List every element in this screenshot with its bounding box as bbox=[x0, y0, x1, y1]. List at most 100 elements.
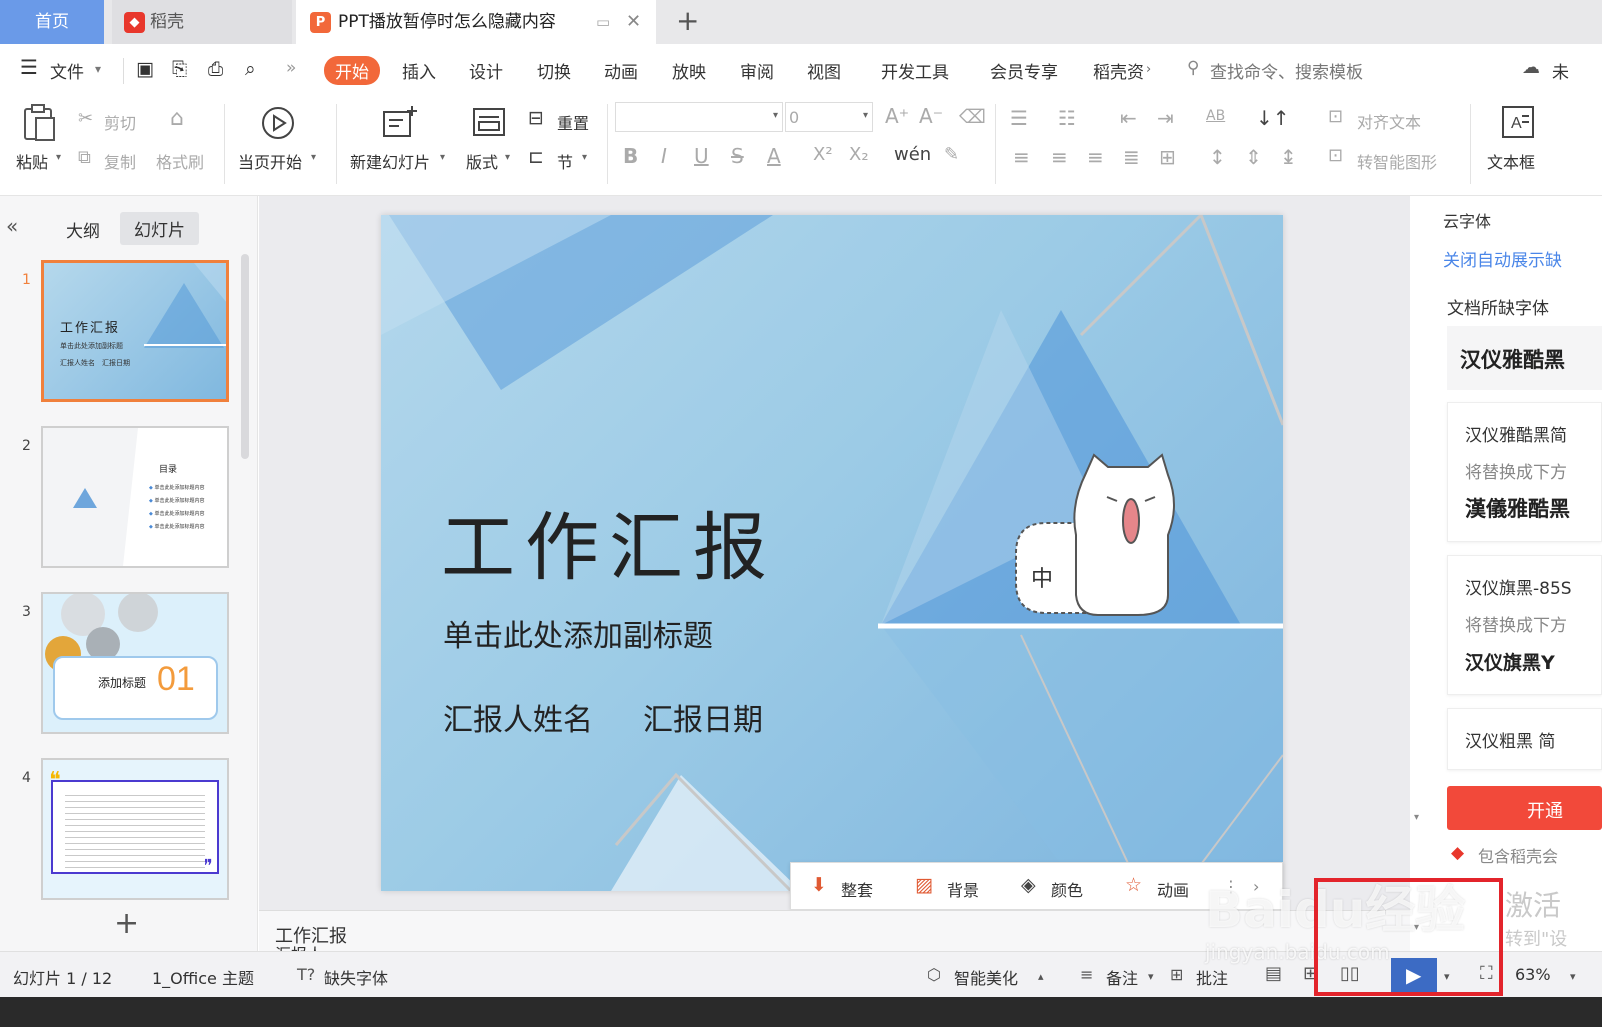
menu-view[interactable]: 视图 bbox=[807, 58, 841, 83]
new-slide-icon[interactable] bbox=[381, 104, 419, 140]
format-painter-button[interactable]: 格式刷 bbox=[156, 149, 204, 173]
font-card[interactable]: 汉仪雅酷黑简 将替换成下方 漢儀雅酷黑 bbox=[1447, 402, 1602, 542]
text-direction-icon[interactable]: AB bbox=[1206, 108, 1225, 124]
align-center-icon[interactable]: ≡ bbox=[1051, 145, 1068, 169]
bullet-list-icon[interactable]: ☰ bbox=[1010, 106, 1028, 130]
section-button[interactable]: 节 bbox=[557, 149, 573, 173]
menu-transition[interactable]: 切换 bbox=[537, 58, 571, 83]
paste-button[interactable]: 粘贴 bbox=[16, 149, 48, 173]
layout-icon[interactable] bbox=[471, 106, 507, 138]
font-color-icon[interactable]: A bbox=[767, 144, 781, 168]
play-circle-icon[interactable] bbox=[261, 106, 295, 140]
chevron-down-icon[interactable]: ▾ bbox=[505, 152, 510, 163]
align-right-icon[interactable]: ≡ bbox=[1087, 145, 1104, 169]
export-pdf-icon[interactable]: ⎘ bbox=[172, 58, 187, 80]
missing-font-item[interactable]: 汉仪雅酷黑 bbox=[1447, 326, 1602, 390]
textbox-icon[interactable]: A bbox=[1500, 104, 1536, 140]
superscript-icon[interactable]: X² bbox=[813, 144, 833, 165]
chevron-down-icon[interactable]: ▾ bbox=[1570, 970, 1576, 983]
menu-animation[interactable]: 动画 bbox=[604, 58, 638, 83]
collapse-panel-icon[interactable]: « bbox=[6, 214, 18, 238]
subscript-icon[interactable]: X₂ bbox=[849, 144, 869, 165]
new-slide-button[interactable]: 新建幻灯片 bbox=[350, 149, 430, 173]
open-membership-button[interactable]: 开通 bbox=[1447, 786, 1602, 830]
slide-subtitle[interactable]: 单击此处添加副标题 bbox=[443, 611, 713, 655]
font-card[interactable]: 汉仪粗黑 简 bbox=[1447, 708, 1602, 770]
decrease-indent-icon[interactable]: ⇤ bbox=[1120, 106, 1137, 130]
slide-reporter[interactable]: 汇报人姓名 bbox=[443, 695, 593, 739]
copy-button[interactable]: 复制 bbox=[104, 149, 136, 173]
menu-start[interactable]: 开始 bbox=[324, 56, 380, 85]
menu-developer[interactable]: 开发工具 bbox=[881, 58, 949, 83]
menu-daoke-resources[interactable]: 稻壳资 bbox=[1093, 58, 1143, 83]
search-command-input[interactable]: 查找命令、搜索模板 bbox=[1210, 58, 1363, 83]
chevron-down-icon[interactable]: ▾ bbox=[582, 152, 587, 163]
italic-icon[interactable]: I bbox=[661, 144, 667, 168]
tab-slides[interactable]: 幻灯片 bbox=[120, 212, 199, 245]
tab-document[interactable]: P PPT播放暂停时怎么隐藏内容 ▭ ✕ bbox=[296, 0, 656, 44]
chevron-down-icon[interactable]: ▾ bbox=[1414, 812, 1419, 823]
zoom-level[interactable]: 63% bbox=[1515, 965, 1551, 984]
slide-canvas[interactable]: 工作汇报 单击此处添加副标题 汇报人姓名 汇报日期 中 bbox=[381, 215, 1283, 891]
line-spacing-icon[interactable]: ↕ bbox=[1209, 145, 1226, 169]
close-tab-icon[interactable]: ✕ bbox=[626, 0, 641, 44]
menu-member[interactable]: 会员专享 bbox=[990, 58, 1058, 83]
print-icon[interactable]: ⎙ bbox=[208, 58, 223, 80]
normal-view-icon[interactable]: ▤ bbox=[1265, 963, 1282, 984]
tab-home[interactable]: 首页 bbox=[0, 0, 104, 44]
increase-font-icon[interactable]: A⁺ bbox=[885, 104, 909, 128]
chevron-down-icon[interactable]: ▾ bbox=[95, 62, 101, 76]
numbered-list-icon[interactable]: ☷ bbox=[1058, 106, 1076, 130]
chevron-right-icon[interactable]: › bbox=[1146, 62, 1151, 77]
play-from-current-button[interactable]: 当页开始 bbox=[238, 149, 302, 173]
add-slide-button[interactable]: + bbox=[114, 906, 139, 941]
search-icon[interactable]: ⚲ bbox=[1187, 58, 1199, 78]
print-preview-icon[interactable]: ⌕ bbox=[245, 58, 256, 80]
slide-date[interactable]: 汇报日期 bbox=[643, 695, 763, 739]
pinyin-icon[interactable]: wén bbox=[894, 144, 931, 165]
whole-set-button[interactable]: 整套 bbox=[841, 877, 873, 901]
notes-button[interactable]: 备注 bbox=[1106, 965, 1138, 989]
menu-file[interactable]: 文件 bbox=[50, 58, 84, 83]
chevron-up-icon[interactable]: ▴ bbox=[1038, 970, 1044, 983]
increase-indent-icon[interactable]: ⇥ bbox=[1157, 106, 1174, 130]
missing-font-button[interactable]: 缺失字体 bbox=[324, 965, 388, 989]
convert-smartart-button[interactable]: 转智能图形 bbox=[1357, 149, 1437, 173]
save-icon[interactable]: ▣ bbox=[136, 58, 154, 80]
cloud-font-dropdown[interactable]: 云字体 bbox=[1443, 208, 1491, 232]
chevron-down-icon[interactable]: ▾ bbox=[440, 152, 445, 163]
smart-beautify-button[interactable]: 智能美化 bbox=[954, 965, 1018, 989]
chevron-down-icon[interactable]: ▾ bbox=[311, 152, 316, 163]
panel-scrollbar[interactable] bbox=[241, 254, 249, 459]
font-name-select[interactable]: ▾ bbox=[615, 102, 783, 132]
column-spacing-icon[interactable]: ↨ bbox=[1280, 145, 1297, 169]
close-auto-show-link[interactable]: 关闭自动展示缺 bbox=[1443, 246, 1562, 271]
comment-button[interactable]: 批注 bbox=[1196, 965, 1228, 989]
font-card[interactable]: 汉仪旗黑-85S 将替换成下方 汉仪旗黑Y bbox=[1447, 555, 1602, 695]
more-chevron-icon[interactable]: » bbox=[286, 58, 296, 78]
paste-icon[interactable] bbox=[20, 104, 58, 142]
underline-icon[interactable]: U bbox=[694, 144, 709, 168]
slide-title[interactable]: 工作汇报 bbox=[441, 488, 777, 595]
slide-thumbnail-1[interactable]: 工作汇报 单击此处添加副标题 汇报人姓名 汇报日期 bbox=[41, 260, 229, 402]
reset-button[interactable]: 重置 bbox=[557, 110, 589, 134]
tab-daoke[interactable]: ◆ 稻壳 bbox=[112, 0, 292, 44]
textbox-button[interactable]: 文本框 bbox=[1487, 149, 1535, 173]
cloud-icon[interactable]: ☁ bbox=[1522, 57, 1540, 78]
cut-button[interactable]: 剪切 bbox=[104, 110, 136, 134]
menu-review[interactable]: 审阅 bbox=[740, 58, 774, 83]
hamburger-icon[interactable]: ☰ bbox=[20, 55, 38, 79]
bold-icon[interactable]: B bbox=[623, 144, 638, 168]
menu-insert[interactable]: 插入 bbox=[402, 58, 436, 83]
justify-icon[interactable]: ≣ bbox=[1123, 145, 1140, 169]
paste-dropdown-icon[interactable]: ▾ bbox=[56, 152, 61, 163]
align-left-icon[interactable]: ≡ bbox=[1013, 145, 1030, 169]
tab-outline[interactable]: 大纲 bbox=[66, 217, 100, 242]
monitor-icon[interactable]: ▭ bbox=[596, 0, 610, 44]
layout-button[interactable]: 版式 bbox=[466, 149, 498, 173]
clear-format-icon[interactable]: ⌫ bbox=[959, 106, 986, 128]
menu-slideshow[interactable]: 放映 bbox=[672, 58, 706, 83]
distribute-icon[interactable]: ⊞ bbox=[1159, 145, 1176, 169]
decrease-font-icon[interactable]: A⁻ bbox=[919, 104, 943, 128]
slide-thumbnail-2[interactable]: 目录 ◆ 单击此处添加标题内容 ◆ 单击此处添加标题内容 ◆ 单击此处添加标题内… bbox=[41, 426, 229, 568]
